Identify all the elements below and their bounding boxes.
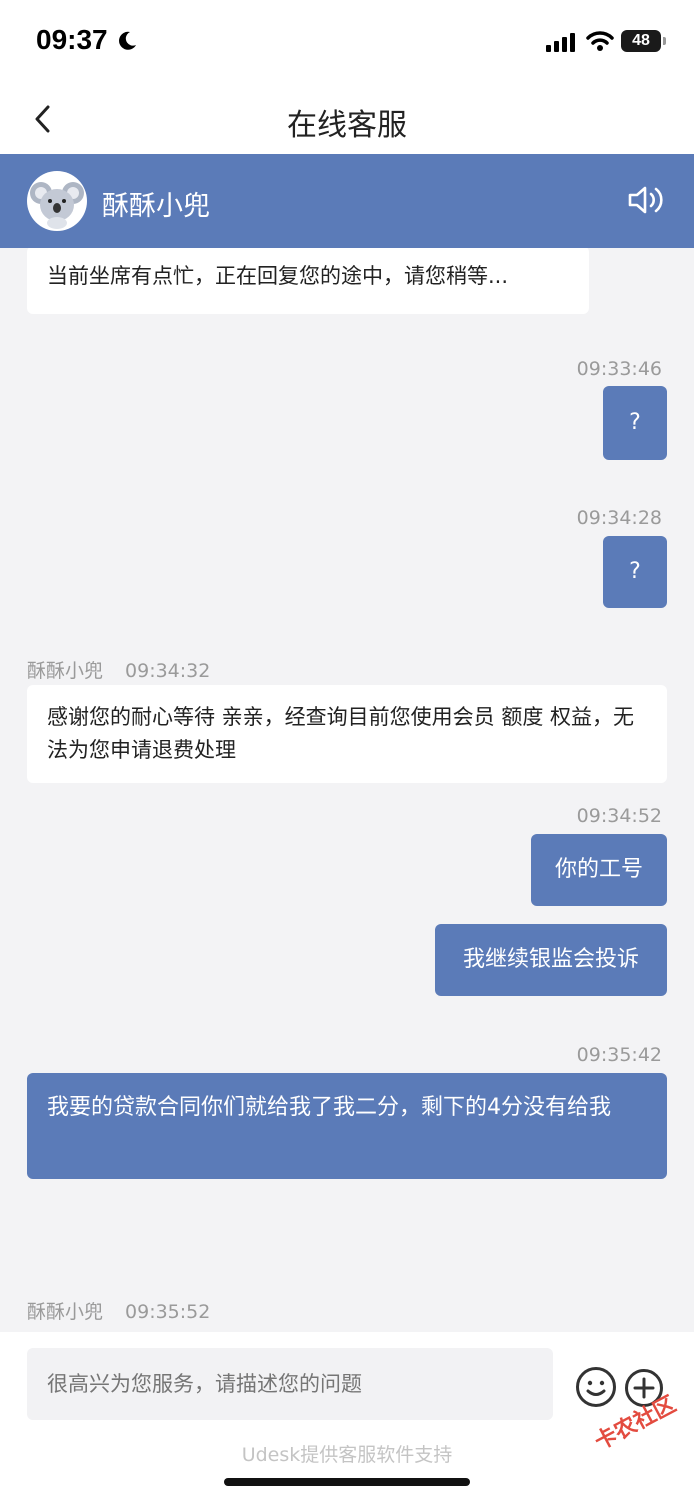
emoji-icon[interactable] xyxy=(575,1366,617,1408)
message-text: 我要的贷款合同你们就给我了我二分，剩下的4分没有给我 xyxy=(47,1095,611,1120)
message-text: ? xyxy=(629,410,641,435)
message-timestamp: 09:34:28 xyxy=(576,507,662,529)
powered-by-text: Udesk提供客服软件支持 xyxy=(241,1444,453,1466)
user-message: ? xyxy=(603,386,667,460)
page-title: 在线客服 xyxy=(287,108,407,143)
agent-avatar xyxy=(27,171,87,231)
message-text: 当前坐席有点忙，正在回复您的途中，请您稍等... xyxy=(47,264,509,288)
status-bar: 09:37 48 xyxy=(0,0,694,84)
agent-message: 感谢您的耐心等待 亲亲，经查询目前您使用会员 额度 权益，无法为您申请退费处理 xyxy=(27,685,667,783)
message-text: ? xyxy=(629,559,641,584)
user-message: 你的工号 xyxy=(531,834,667,906)
agent-name: 酥酥小兜 xyxy=(102,191,210,222)
moon-icon xyxy=(119,31,136,50)
input-area: Udesk提供客服软件支持 卡农社区 xyxy=(0,1332,694,1500)
message-timestamp: 09:33:46 xyxy=(576,358,662,380)
signal-icon xyxy=(546,33,575,52)
agent-sender-line: 酥酥小兜 09:35:52 xyxy=(27,1297,210,1324)
speaker-icon[interactable] xyxy=(626,182,666,218)
message-text: 你的工号 xyxy=(554,857,643,882)
user-message: ? xyxy=(603,536,667,608)
message-text: 感谢您的耐心等待 亲亲，经查询目前您使用会员 额度 权益，无法为您申请退费处理 xyxy=(47,705,635,762)
sender-name: 酥酥小兜 xyxy=(27,660,104,682)
sender-name: 酥酥小兜 xyxy=(27,1301,104,1323)
message-timestamp: 09:34:32 xyxy=(125,660,211,682)
message-text: 我继续银监会投诉 xyxy=(462,947,639,972)
koala-icon xyxy=(30,182,84,229)
agent-sender-line: 酥酥小兜 09:34:32 xyxy=(27,656,210,683)
chat-area[interactable]: 当前坐席有点忙，正在回复您的途中，请您稍等... 09:33:46 ? 09:3… xyxy=(0,248,694,1332)
status-time: 09:37 xyxy=(36,24,108,55)
message-timestamp: 09:35:42 xyxy=(576,1044,662,1066)
user-message: 我要的贷款合同你们就给我了我二分，剩下的4分没有给我 xyxy=(27,1073,667,1179)
battery-cap xyxy=(663,37,666,45)
wifi-icon xyxy=(586,31,614,51)
chat-header: 酥酥小兜 xyxy=(0,154,694,248)
message-timestamp: 09:35:52 xyxy=(125,1301,211,1323)
battery-indicator: 48 xyxy=(621,30,661,52)
message-input[interactable] xyxy=(27,1348,553,1420)
message-timestamp: 09:34:52 xyxy=(576,805,662,827)
home-indicator xyxy=(224,1478,470,1486)
nav-bar: 在线客服 xyxy=(0,84,694,154)
agent-message: 当前坐席有点忙，正在回复您的途中，请您稍等... xyxy=(27,248,589,314)
user-message: 我继续银监会投诉 xyxy=(435,924,667,996)
